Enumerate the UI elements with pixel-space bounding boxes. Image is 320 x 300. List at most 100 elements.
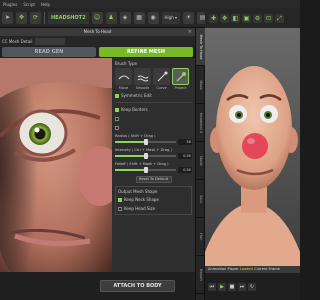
move-tool-icon[interactable]: ✥ bbox=[16, 11, 27, 24]
radius-slider-row: 50 bbox=[115, 138, 192, 145]
sculpt-tools-panel: Brush Type Move Smooth Curve Project Sym… bbox=[112, 58, 195, 272]
select-tool-icon[interactable]: ➤ bbox=[2, 11, 13, 24]
closeup-face-render bbox=[0, 58, 112, 272]
texture-icon[interactable]: ▦ bbox=[133, 11, 145, 24]
output-mesh-group: Output Mesh Shape Keep Neck Shape Keep H… bbox=[115, 186, 192, 215]
brush-curve-label: Curve bbox=[156, 86, 167, 90]
brush-project[interactable]: Project bbox=[172, 68, 189, 90]
menu-bar: Plugins Script Help bbox=[0, 0, 300, 8]
divider bbox=[115, 102, 192, 103]
keep-head-size-label: Keep Head Size bbox=[124, 206, 156, 211]
mesh-dropdown[interactable] bbox=[35, 37, 66, 45]
tab-skin-label: Skin bbox=[199, 194, 203, 203]
brush-move-label: Move bbox=[118, 86, 129, 90]
mesh-label: CC Mesh Detail bbox=[2, 38, 33, 44]
panel-header: Mesh To Head × bbox=[0, 28, 195, 36]
sculpt-viewport[interactable] bbox=[0, 58, 112, 272]
keep-neck-option[interactable]: Keep Neck Shape bbox=[118, 196, 189, 203]
morph-icon[interactable]: ◈ bbox=[119, 11, 131, 24]
stop-icon[interactable]: ■ bbox=[228, 282, 236, 291]
refine-mesh-button[interactable]: REFINE MESH bbox=[99, 47, 193, 57]
vertical-tab-strip: Mesh To Head Mask Headshot 2 Node Skin H… bbox=[195, 28, 206, 300]
character-viewport[interactable] bbox=[205, 28, 300, 266]
symmetric-edit-label: Symmetric Edit bbox=[121, 93, 152, 98]
tab-mask-label: Mask bbox=[199, 79, 203, 90]
skip-back-icon[interactable]: ⏮ bbox=[208, 282, 216, 291]
intensity-slider[interactable] bbox=[115, 152, 176, 159]
camera-icon[interactable]: ◉ bbox=[147, 11, 159, 24]
right-toolbar: ✚ ✥ ◧ ▣ ⚙ ⊡ ⤢ bbox=[205, 8, 300, 28]
disabled-option-2 bbox=[115, 124, 192, 131]
quality-dropdown[interactable]: High ▾ bbox=[161, 11, 181, 24]
tab-headshot-label: Headshot 2 bbox=[199, 112, 203, 133]
skip-forward-icon[interactable]: ⏭ bbox=[238, 282, 246, 291]
radius-slider[interactable] bbox=[115, 138, 176, 145]
gizmo-icon[interactable]: ✥ bbox=[220, 13, 229, 23]
frame-icon[interactable]: ⊡ bbox=[264, 13, 273, 23]
brush-smooth-label: Smooth bbox=[135, 86, 150, 90]
play-icon[interactable]: ▶ bbox=[218, 282, 226, 291]
tab-mesh-to-head-label: Mesh To Head bbox=[199, 34, 203, 59]
symmetric-edit-option[interactable]: Symmetric Edit bbox=[115, 92, 192, 99]
radius-value[interactable]: 50 bbox=[178, 138, 192, 145]
disabled-option-1 bbox=[115, 115, 192, 122]
keep-borders-label: Keep Borders bbox=[121, 107, 148, 112]
keep-head-size-option[interactable]: Keep Head Size bbox=[118, 205, 189, 212]
headshot-label: HEADSHOT2 bbox=[51, 14, 86, 21]
intensity-slider-row: 0.50 bbox=[115, 152, 192, 159]
radius-fill bbox=[115, 140, 146, 143]
head-icon[interactable]: ☺ bbox=[91, 11, 103, 24]
keep-borders-option[interactable]: Keep Borders bbox=[115, 106, 192, 113]
read-gen-button[interactable]: READ GEN bbox=[2, 47, 96, 57]
quality-value: High bbox=[164, 14, 174, 20]
brush-curve[interactable]: Curve bbox=[153, 68, 170, 90]
tab-hair-label: Hair bbox=[199, 232, 203, 241]
disabled-checkbox-1 bbox=[115, 116, 119, 121]
tab-export-label: Export bbox=[199, 268, 203, 281]
body-icon[interactable]: ♟ bbox=[105, 11, 117, 24]
radius-knob[interactable] bbox=[143, 138, 148, 145]
rotate-tool-icon[interactable]: ⟳ bbox=[30, 11, 41, 24]
animation-title: Animation Player bbox=[208, 267, 239, 271]
brush-project-icon bbox=[172, 68, 189, 85]
brush-type-label: Brush Type bbox=[115, 61, 138, 66]
keep-head-size-checkbox[interactable] bbox=[118, 206, 122, 211]
wire-icon[interactable]: ▣ bbox=[242, 13, 251, 23]
falloff-value[interactable]: 0.50 bbox=[178, 166, 192, 173]
attach-area: ATTACH TO BODY bbox=[0, 272, 195, 300]
close-icon[interactable]: × bbox=[188, 28, 192, 36]
brush-smooth[interactable]: Smooth bbox=[134, 68, 151, 90]
intensity-fill bbox=[115, 154, 146, 157]
keep-neck-checkbox[interactable] bbox=[118, 197, 122, 202]
keep-neck-label: Keep Neck Shape bbox=[124, 197, 159, 202]
loop-icon[interactable]: ↻ bbox=[248, 282, 256, 291]
light-icon[interactable]: ☀ bbox=[183, 11, 195, 24]
settings-icon[interactable]: ⚙ bbox=[253, 13, 262, 23]
brush-move[interactable]: Move bbox=[115, 68, 132, 90]
tab-node-label: Node bbox=[199, 155, 203, 166]
falloff-slider[interactable] bbox=[115, 166, 176, 173]
brush-move-icon bbox=[115, 68, 132, 85]
animation-status: Current Frame bbox=[254, 267, 280, 271]
read-gen-label: READ GEN bbox=[34, 49, 64, 55]
falloff-knob[interactable] bbox=[143, 166, 148, 173]
falloff-slider-row: 0.50 bbox=[115, 166, 192, 173]
expand-icon[interactable]: ⤢ bbox=[275, 13, 284, 23]
panel-title: Mesh To Head bbox=[83, 29, 112, 34]
headshot-tab[interactable]: HEADSHOT2 bbox=[48, 11, 89, 24]
disabled-checkbox-2 bbox=[115, 125, 119, 130]
toolbar-divider bbox=[44, 11, 45, 24]
view-icon[interactable]: ◧ bbox=[231, 13, 240, 23]
intensity-value[interactable]: 0.50 bbox=[178, 152, 192, 159]
animation-mode: Loaded bbox=[239, 267, 253, 271]
keep-borders-checkbox[interactable] bbox=[115, 107, 119, 112]
symmetric-edit-checkbox[interactable] bbox=[115, 93, 119, 98]
green-toolbar-icon[interactable]: ✚ bbox=[209, 13, 218, 23]
intensity-knob[interactable] bbox=[143, 152, 148, 159]
menu-item-script[interactable]: Script bbox=[23, 2, 35, 7]
attach-to-body-button[interactable]: ATTACH TO BODY bbox=[100, 280, 175, 292]
menu-item-help[interactable]: Help bbox=[41, 2, 50, 7]
menu-item-plugins[interactable]: Plugins bbox=[3, 2, 17, 7]
mesh-row: CC Mesh Detail bbox=[0, 36, 195, 46]
reset-to-default-button[interactable]: Reset To Default bbox=[135, 176, 172, 183]
